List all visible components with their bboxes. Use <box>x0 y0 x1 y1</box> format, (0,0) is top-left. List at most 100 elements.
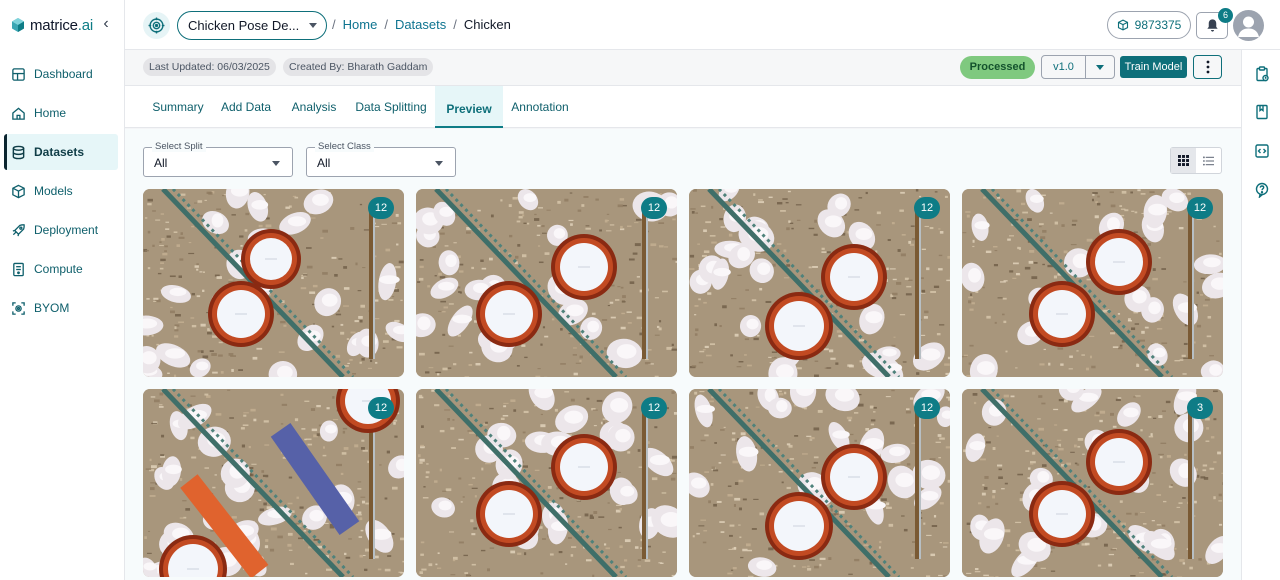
image-card[interactable]: 12 <box>962 189 1223 377</box>
split-select-value: All <box>154 156 168 170</box>
database-icon <box>11 145 26 160</box>
sidebar: matrice.ai ‹ Dashboard Home Datasets Mod… <box>0 0 125 580</box>
bell-icon <box>1206 19 1218 32</box>
sidebar-item-label: BYOM <box>34 301 70 315</box>
breadcrumb-home[interactable]: Home <box>343 17 378 32</box>
grid-icon <box>1178 155 1189 166</box>
annotation-count-badge: 12 <box>641 397 667 419</box>
tab-annotation[interactable]: Annotation <box>509 86 571 128</box>
top-bar: Chicken Pose De... / Home / Datasets / C… <box>125 0 1280 50</box>
clipboard-icon[interactable] <box>1254 66 1270 82</box>
tab-add-data[interactable]: Add Data <box>217 86 275 128</box>
dataset-tabs: Summary Add Data Analysis Data Splitting… <box>125 86 1241 128</box>
sidebar-item-home[interactable]: Home <box>4 95 118 131</box>
sidebar-item-byom[interactable]: BYOM <box>4 290 118 326</box>
chicken-photo-thumbnail <box>143 389 404 577</box>
last-updated-chip: Last Updated: 06/03/2025 <box>143 58 276 76</box>
sidebar-item-deployment[interactable]: Deployment <box>4 212 118 248</box>
sidebar-item-models[interactable]: Models <box>4 173 118 209</box>
sidebar-item-compute[interactable]: Compute <box>4 251 118 287</box>
chevron-down-icon[interactable] <box>1086 56 1114 78</box>
cube-icon <box>11 184 26 199</box>
tab-preview[interactable]: Preview <box>435 86 503 128</box>
notification-count-badge: 6 <box>1218 8 1233 23</box>
chicken-photo-thumbnail <box>689 389 950 577</box>
credits-value: 9873375 <box>1134 18 1182 32</box>
preview-panel: Select Split All Select Class All 12 12 12… <box>125 129 1241 580</box>
chicken-photo-thumbnail <box>962 389 1223 577</box>
image-grid: 12 12 12 12 12 12 12 3 <box>143 189 1224 577</box>
dashboard-icon <box>11 67 26 82</box>
collapse-sidebar-button[interactable]: ‹ <box>99 14 113 34</box>
avatar[interactable] <box>1233 10 1264 41</box>
status-badge: Processed <box>960 56 1035 79</box>
camera-icon <box>11 301 26 316</box>
list-view-button[interactable] <box>1196 148 1221 173</box>
split-select-label: Select Split <box>152 141 206 152</box>
sidebar-item-label: Dashboard <box>34 67 93 81</box>
view-mode-toggle <box>1170 147 1222 174</box>
tab-summary[interactable]: Summary <box>143 86 213 128</box>
brand-name: matrice <box>30 16 78 34</box>
sidebar-item-label: Home <box>34 106 67 120</box>
credits-button[interactable]: 9873375 <box>1107 11 1191 39</box>
annotation-count-badge: 12 <box>914 397 940 419</box>
chicken-photo-thumbnail <box>416 389 677 577</box>
image-card[interactable]: 12 <box>416 189 677 377</box>
chicken-photo-thumbnail <box>689 189 950 377</box>
project-select-value: Chicken Pose De... <box>188 18 300 33</box>
rocket-icon <box>11 223 26 238</box>
sidebar-item-label: Compute <box>34 262 83 276</box>
image-card[interactable]: 12 <box>689 189 950 377</box>
chevron-down-icon <box>435 161 443 166</box>
chicken-photo-thumbnail <box>962 189 1223 377</box>
bookmark-book-icon[interactable] <box>1254 104 1270 120</box>
chicken-photo-thumbnail <box>143 189 404 377</box>
chevron-down-icon <box>272 161 280 166</box>
more-vertical-icon <box>1206 60 1209 74</box>
home-icon <box>11 106 26 121</box>
chicken-photo-thumbnail <box>416 189 677 377</box>
notifications-button[interactable]: 6 <box>1196 8 1233 39</box>
breadcrumb-current: Chicken <box>463 17 511 32</box>
image-card[interactable]: 3 <box>962 389 1223 577</box>
annotation-count-badge: 3 <box>1187 397 1213 419</box>
sidebar-item-datasets[interactable]: Datasets <box>4 134 118 170</box>
breadcrumb-separator: / <box>332 17 336 32</box>
version-value: v1.0 <box>1042 56 1086 78</box>
logo-mark-icon <box>12 18 24 32</box>
train-model-button[interactable]: Train Model <box>1120 56 1187 78</box>
sidebar-nav: Dashboard Home Datasets Models Deploymen… <box>4 56 118 329</box>
breadcrumb-separator: / <box>453 17 457 32</box>
dataset-meta-bar: Last Updated: 06/03/2025 Created By: Bha… <box>125 50 1241 86</box>
image-card[interactable]: 12 <box>416 389 677 577</box>
image-card[interactable]: 12 <box>143 189 404 377</box>
image-card[interactable]: 12 <box>689 389 950 577</box>
code-icon[interactable] <box>1254 143 1270 159</box>
right-toolbar <box>1241 50 1280 580</box>
list-icon <box>1203 155 1214 166</box>
created-by-chip: Created By: Bharath Gaddam <box>283 58 434 76</box>
annotation-count-badge: 12 <box>914 197 940 219</box>
sidebar-item-label: Models <box>34 184 73 198</box>
class-select-value: All <box>317 156 331 170</box>
split-select[interactable]: Select Split All <box>143 141 293 177</box>
image-card[interactable]: 12 <box>143 389 404 577</box>
help-icon[interactable] <box>1254 182 1270 198</box>
annotation-count-badge: 12 <box>368 397 394 419</box>
version-select[interactable]: v1.0 <box>1041 55 1115 79</box>
annotation-count-badge: 12 <box>368 197 394 219</box>
grid-view-button[interactable] <box>1171 148 1196 173</box>
tab-analysis[interactable]: Analysis <box>285 86 343 128</box>
tab-data-splitting[interactable]: Data Splitting <box>353 86 429 128</box>
more-options-button[interactable] <box>1193 55 1222 79</box>
server-icon <box>11 262 26 277</box>
sidebar-item-label: Datasets <box>34 145 85 159</box>
sidebar-item-dashboard[interactable]: Dashboard <box>4 56 118 92</box>
project-select[interactable]: Chicken Pose De... <box>177 11 327 40</box>
breadcrumb-datasets[interactable]: Datasets <box>395 17 446 32</box>
class-select[interactable]: Select Class All <box>306 141 456 177</box>
chevron-down-icon <box>309 23 317 28</box>
project-target-icon[interactable] <box>143 12 170 39</box>
matrice-logo[interactable]: matrice.ai <box>10 14 93 36</box>
